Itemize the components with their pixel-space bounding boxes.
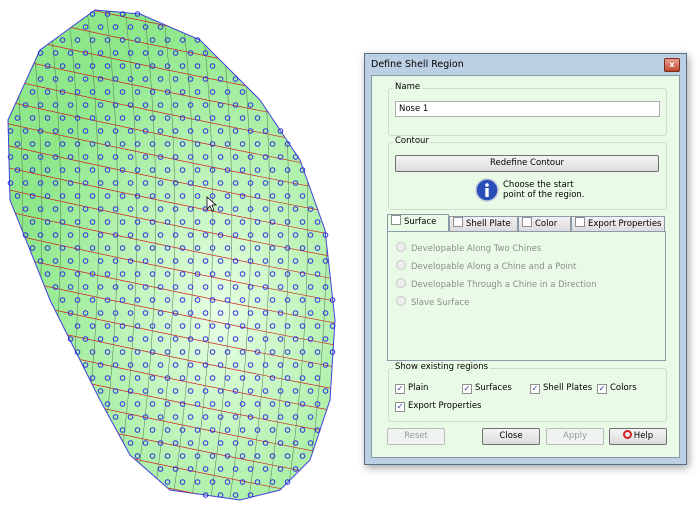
show-existing-regions-group: Show existing regions ✓ Plain ✓ Surfaces ✓… bbox=[388, 362, 667, 422]
tab-shell-plate[interactable]: Shell Plate bbox=[449, 216, 518, 231]
name-input[interactable]: Nose 1 bbox=[395, 101, 660, 117]
radio-slave-surface[interactable]: Slave Surface bbox=[396, 296, 469, 308]
tab-color[interactable]: Color bbox=[518, 216, 571, 231]
tab-surface[interactable]: Surface bbox=[387, 214, 449, 231]
tab-control: Surface Shell Plate Color Export Propert… bbox=[387, 214, 666, 361]
radio-chine-and-point[interactable]: Developable Along a Chine and a Point bbox=[396, 260, 576, 272]
redefine-contour-button[interactable]: Redefine Contour bbox=[395, 155, 659, 172]
plain-checkbox[interactable]: ✓ Plain bbox=[395, 383, 428, 394]
export-properties-checkbox[interactable] bbox=[575, 217, 585, 227]
radio-chine-in-direction[interactable]: Developable Through a Chine in a Directi… bbox=[396, 278, 597, 290]
contour-group-label: Contour bbox=[393, 136, 431, 146]
hull-surface bbox=[7, 9, 336, 501]
info-icon bbox=[475, 178, 499, 202]
surface-tab-panel: Developable Along Two Chines Developable… bbox=[387, 231, 666, 361]
shell-plate-checkbox[interactable] bbox=[453, 217, 463, 227]
help-lifebuoy-icon bbox=[622, 430, 632, 439]
tab-export-properties[interactable]: Export Properties bbox=[571, 216, 665, 231]
close-button[interactable]: Close bbox=[482, 428, 540, 445]
radio-two-chines[interactable]: Developable Along Two Chines bbox=[396, 242, 541, 254]
name-group-label: Name bbox=[393, 82, 423, 92]
shell-plates-checkbox[interactable]: ✓ Shell Plates bbox=[530, 383, 592, 394]
surface-checkbox[interactable] bbox=[391, 215, 401, 225]
name-group: Name Nose 1 bbox=[388, 82, 667, 136]
reset-button[interactable]: Reset bbox=[387, 428, 445, 445]
section-line bbox=[8, 10, 24, 500]
3d-hull-viewport[interactable] bbox=[0, 0, 360, 511]
colors-checkbox[interactable]: ✓ Colors bbox=[597, 383, 637, 394]
apply-button[interactable]: Apply bbox=[546, 428, 604, 445]
color-checkbox[interactable] bbox=[522, 217, 532, 227]
help-button[interactable]: Help bbox=[609, 428, 667, 445]
export-properties-show-checkbox[interactable]: ✓ Export Properties bbox=[395, 401, 481, 412]
surfaces-checkbox[interactable]: ✓ Surfaces bbox=[462, 383, 512, 394]
info-text-line2: point of the region. bbox=[503, 190, 585, 200]
info-text-line1: Choose the start bbox=[503, 180, 574, 190]
show-group-label: Show existing regions bbox=[393, 362, 491, 372]
define-shell-region-dialog: Define Shell Region x Name Nose 1 Contou… bbox=[364, 53, 687, 465]
dialog-client: Name Nose 1 Contour Redefine Contour Cho… bbox=[371, 75, 680, 458]
close-icon[interactable]: x bbox=[664, 58, 680, 72]
dialog-title: Define Shell Region bbox=[371, 59, 464, 70]
contour-group: Contour Redefine Contour Choose the star… bbox=[388, 136, 667, 210]
